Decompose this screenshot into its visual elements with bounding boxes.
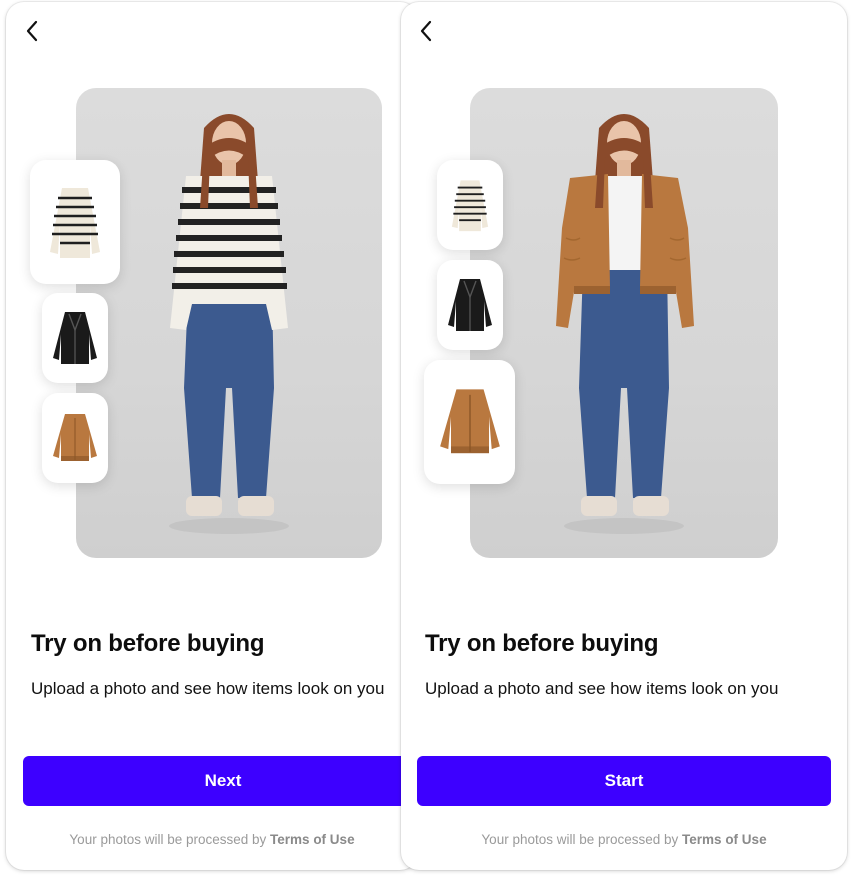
screen-title: Try on before buying [31,630,265,657]
back-button[interactable] [414,18,438,44]
model-photo-sweater [76,88,382,558]
start-button[interactable]: Start [417,756,831,806]
screen-subtitle: Upload a photo and see how items look on… [31,679,385,698]
thumbnail-striped-sweater[interactable] [30,160,120,284]
thumbnail-tan-bomber-jacket[interactable] [42,393,108,483]
onboarding-screen-next: Try on before buying Upload a photo and … [6,2,418,870]
tan-bomber-jacket-icon [53,414,97,461]
thumbnail-black-leather-jacket[interactable] [437,260,503,350]
model-photo-jacket [470,88,778,558]
striped-sweater-icon [50,188,100,258]
screen-title: Try on before buying [425,630,659,657]
onboarding-screen-start: Try on before buying Upload a photo and … [401,2,847,870]
thumbnail-tan-bomber-jacket-selected[interactable] [424,360,515,484]
terms-notice: Your photos will be processed by Terms o… [401,832,847,847]
thumbnail-striped-sweater[interactable] [437,160,503,250]
terms-of-use-link[interactable]: Terms of Use [270,832,355,847]
chevron-left-icon [420,20,432,42]
terms-of-use-link[interactable]: Terms of Use [682,832,767,847]
next-button[interactable]: Next [23,756,418,806]
screen-subtitle: Upload a photo and see how items look on… [425,679,779,698]
back-button[interactable] [20,18,44,44]
tan-bomber-jacket-icon [439,389,500,454]
thumbnail-black-leather-jacket[interactable] [42,293,108,383]
black-leather-jacket-icon [448,279,492,331]
terms-notice-text: Your photos will be processed by [481,832,683,847]
terms-notice-text: Your photos will be processed by [69,832,271,847]
terms-notice: Your photos will be processed by Terms o… [6,832,418,847]
black-leather-jacket-icon [53,312,97,364]
chevron-left-icon [26,20,38,42]
striped-sweater-icon [451,180,489,232]
